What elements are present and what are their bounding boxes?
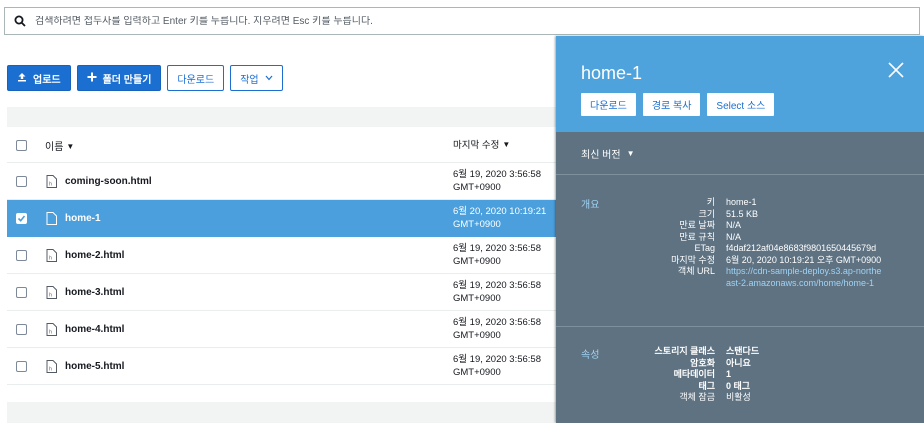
row-checkbox[interactable] xyxy=(16,286,27,298)
property-row: 스토리지 클래스 스탠다드 xyxy=(654,346,760,356)
upload-icon xyxy=(17,72,27,85)
download-button[interactable]: 다운로드 xyxy=(167,65,225,91)
actions-label: 작업 xyxy=(240,74,259,86)
table-row[interactable]: h home-2.html 6월 19, 2020 3:56:58 GMT+09… xyxy=(7,237,556,274)
download-label: 다운로드 xyxy=(177,74,215,86)
row-checkbox-checked[interactable] xyxy=(16,212,27,224)
row-modified: 6월 19, 2020 3:56:58 GMT+0900 xyxy=(453,280,541,304)
row-checkbox[interactable] xyxy=(16,360,27,372)
overview-row: 크기 51.5 KB xyxy=(698,208,759,219)
html-file-icon: h xyxy=(46,285,57,299)
overview-row: 만료 날짜 N/A xyxy=(679,220,742,230)
table-header: 이름 ▼ 마지막 수정 ▼ xyxy=(7,128,556,163)
table-toolbar-strip xyxy=(7,107,556,127)
row-name[interactable]: home-5.html xyxy=(65,361,124,372)
row-modified: 6월 20, 2020 10:19:21 GMT+0900 xyxy=(453,206,547,230)
properties-list: 스토리지 클래스 스탠다드 암호화 아니요 메타데이터 1 태그 0 태그 객체 잠금 비… xyxy=(556,346,906,404)
row-name[interactable]: home-4.html xyxy=(65,324,124,335)
file-icon xyxy=(46,211,57,225)
html-file-icon: h xyxy=(46,248,57,262)
overview-row: ETag f4daf212af04e8683f9801650445679d xyxy=(694,243,877,253)
chevron-down-icon xyxy=(265,73,273,84)
table-row[interactable]: h coming-soon.html 6월 19, 2020 3:56:58 G… xyxy=(7,163,556,200)
table-row-selected[interactable]: home-1 6월 20, 2020 10:19:21 GMT+0900 xyxy=(7,200,556,237)
html-file-icon: h xyxy=(46,174,57,188)
svg-text:h: h xyxy=(49,366,52,372)
actions-dropdown[interactable]: 작업 xyxy=(230,65,283,91)
select-source-button[interactable]: Select 소스 xyxy=(707,93,775,116)
row-name[interactable]: home-2.html xyxy=(65,250,124,261)
upload-button[interactable]: 업로드 xyxy=(7,65,71,91)
overview-row: 키 home-1 xyxy=(706,197,757,207)
plus-icon xyxy=(87,72,97,85)
table-footer-strip xyxy=(7,402,556,423)
copy-path-button[interactable]: 경로 복사 xyxy=(642,93,701,116)
object-url-link[interactable]: https://cdn-sample-deploy.s3.ap-northeas… xyxy=(726,266,886,289)
row-modified: 6월 19, 2020 3:56:58 GMT+0900 xyxy=(453,354,541,378)
search-icon xyxy=(5,15,35,27)
table-row[interactable]: h home-4.html 6월 19, 2020 3:56:58 GMT+09… xyxy=(7,311,556,348)
overview-list: 키 home-1 크기 51.5 KB 만료 날짜 N/A 만료 규칙 N/A ETag… xyxy=(556,197,906,289)
row-checkbox[interactable] xyxy=(16,249,27,261)
table-row[interactable]: h home-3.html 6월 19, 2020 3:56:58 GMT+09… xyxy=(7,274,556,311)
property-row: 객체 잠금 비활성 xyxy=(679,392,751,402)
html-file-icon: h xyxy=(46,359,57,373)
table-row[interactable]: h home-5.html 6월 19, 2020 3:56:58 GMT+09… xyxy=(7,348,556,385)
create-folder-button[interactable]: 폴더 만들기 xyxy=(76,65,162,91)
row-name[interactable]: home-1 xyxy=(65,213,101,224)
row-modified: 6월 19, 2020 3:56:58 GMT+0900 xyxy=(453,243,541,267)
sort-caret-icon: ▼ xyxy=(502,140,511,149)
close-icon[interactable] xyxy=(887,61,905,79)
column-header-name[interactable]: 이름 ▼ xyxy=(45,138,74,153)
overview-row: 마지막 수정 6월 20, 2020 10:19:21 오후 GMT+0900 xyxy=(671,254,882,265)
caret-down-icon: ▼ xyxy=(626,148,635,158)
svg-text:h: h xyxy=(49,255,52,261)
panel-download-button[interactable]: 다운로드 xyxy=(581,93,636,116)
overview-section: 개요 키 home-1 크기 51.5 KB 만료 날짜 N/A 만료 규칙 N/A E… xyxy=(556,175,924,327)
row-name[interactable]: home-3.html xyxy=(65,287,124,298)
version-selector[interactable]: 최신 버전 ▼ xyxy=(556,132,924,175)
overview-row: 만료 규칙 N/A xyxy=(679,231,742,242)
toolbar: 업로드 폴더 만들기 다운로드 작업 xyxy=(7,65,283,91)
version-label: 최신 버전 xyxy=(581,149,621,161)
search-input[interactable] xyxy=(35,15,895,27)
svg-text:h: h xyxy=(49,329,52,335)
svg-text:h: h xyxy=(49,181,52,187)
search-bar[interactable] xyxy=(4,7,920,35)
html-file-icon: h xyxy=(46,322,57,336)
panel-title: home-1 xyxy=(581,63,643,83)
column-header-modified[interactable]: 마지막 수정 ▼ xyxy=(453,138,510,152)
create-folder-label: 폴더 만들기 xyxy=(102,74,152,86)
row-name[interactable]: coming-soon.html xyxy=(65,176,152,187)
row-modified: 6월 19, 2020 3:56:58 GMT+0900 xyxy=(453,317,541,341)
property-row: 암호화 아니요 xyxy=(690,357,751,368)
property-row: 메타데이터 1 xyxy=(673,369,732,379)
svg-text:h: h xyxy=(49,292,52,298)
panel-actions: 다운로드 경로 복사 Select 소스 xyxy=(581,93,775,116)
properties-section: 속성 스토리지 클래스 스탠다드 암호화 아니요 메타데이터 1 태그 0 태그 객체 … xyxy=(556,327,924,423)
objects-table: 이름 ▼ 마지막 수정 ▼ h coming-soon.html 6월 19, 20… xyxy=(7,128,556,385)
row-checkbox[interactable] xyxy=(16,323,27,335)
overview-row: 객체 URL https://cdn-sample-deploy.s3.ap-no… xyxy=(556,266,906,289)
panel-header: home-1 다운로드 경로 복사 Select 소스 xyxy=(556,36,924,132)
sort-caret-icon: ▼ xyxy=(66,141,75,151)
upload-label: 업로드 xyxy=(33,74,61,86)
property-row: 태그 0 태그 xyxy=(698,380,751,391)
select-all-checkbox[interactable] xyxy=(16,139,27,151)
object-detail-panel: home-1 다운로드 경로 복사 Select 소스 최신 버전 ▼ 개요 키… xyxy=(556,36,924,423)
row-modified: 6월 19, 2020 3:56:58 GMT+0900 xyxy=(453,169,541,193)
row-checkbox[interactable] xyxy=(16,175,27,187)
